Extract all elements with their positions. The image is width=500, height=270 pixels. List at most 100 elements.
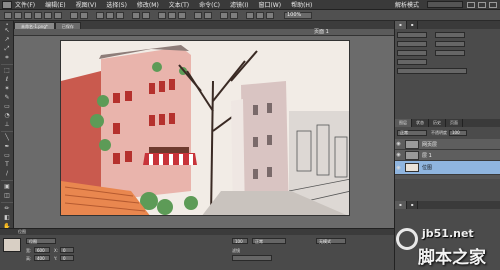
text-tool-icon[interactable]: T [2, 161, 12, 169]
menu-select[interactable]: 选择(S) [106, 0, 127, 9]
brush-tool-icon[interactable]: ✎ [2, 94, 12, 102]
menu-text[interactable]: 文本(T) [169, 0, 189, 9]
save-icon[interactable] [24, 12, 32, 19]
matte-select[interactable] [435, 31, 465, 38]
align-icon[interactable] [158, 12, 166, 19]
arrange-front-icon[interactable] [220, 12, 228, 19]
close-icon[interactable] [489, 1, 497, 8]
import-icon[interactable] [34, 12, 42, 19]
hotspot-tool-icon[interactable]: ▣ [2, 183, 12, 191]
watermark-url: jb51.net [422, 227, 474, 240]
tab-align[interactable]: ▪ [407, 21, 419, 29]
view-icon[interactable] [246, 12, 254, 19]
layers-panel-tabs: 图层 状态 历史 页面 [395, 119, 500, 127]
menu-help[interactable]: 帮助(H) [291, 0, 312, 9]
dither-select[interactable] [435, 49, 465, 56]
tab-optimize[interactable]: ▪ [395, 21, 407, 29]
flip-horizontal-icon[interactable] [194, 12, 202, 19]
menu-modify[interactable]: 修改(M) [137, 0, 159, 9]
tab-saved[interactable]: 已保存 [54, 22, 81, 29]
slice-tool-icon[interactable]: ◫ [2, 192, 12, 200]
magic-wand-icon[interactable]: ✶ [2, 85, 12, 93]
export-icon[interactable] [44, 12, 52, 19]
menu-edit[interactable]: 编辑(E) [45, 0, 65, 9]
rubber-stamp-icon[interactable]: ⊥ [2, 121, 12, 129]
opacity-label: 不透明度 [431, 129, 447, 135]
rectangle-tool-icon[interactable]: ▭ [2, 152, 12, 160]
blend-mode-select[interactable]: 正常 [397, 129, 427, 136]
workspace-mode[interactable]: 解析模式 [395, 0, 419, 9]
subselect-tool-icon[interactable]: ↗ [2, 36, 12, 44]
eraser-tool-icon[interactable]: ▭ [2, 103, 12, 111]
layer-row[interactable]: ◉ 层 1 [395, 150, 500, 161]
stroke-color-icon[interactable]: ✏ [2, 205, 12, 213]
group-icon[interactable] [132, 12, 140, 19]
color-table[interactable] [397, 67, 467, 74]
tab-pages[interactable]: 页面 [446, 119, 463, 127]
loss-select[interactable] [397, 49, 427, 56]
layer-row-selected[interactable]: ◉ 位图 [395, 161, 500, 175]
tab-history[interactable]: 历史 [429, 119, 446, 127]
eye-icon[interactable]: ◉ [395, 141, 402, 147]
effect-select[interactable]: 无模式 [316, 238, 346, 244]
marquee-tool-icon[interactable]: ⬚ [2, 67, 12, 75]
menu-commands[interactable]: 命令(C) [199, 0, 220, 9]
zoom-select[interactable]: 100% [284, 12, 312, 19]
menu-window[interactable]: 窗口(W) [258, 0, 281, 9]
open-icon[interactable] [14, 12, 22, 19]
width-input[interactable]: 600 [34, 247, 50, 253]
ungroup-icon[interactable] [142, 12, 150, 19]
tab-states[interactable]: 状态 [412, 119, 429, 127]
height-input[interactable]: 400 [34, 255, 50, 261]
crop-tool-icon[interactable]: ⌗ [2, 54, 12, 62]
rotate-right-icon[interactable] [178, 12, 186, 19]
eye-icon[interactable]: ◉ [395, 165, 402, 171]
x-input[interactable]: 0 [60, 247, 74, 253]
layer-row[interactable]: ◉ 网页层 [395, 139, 500, 150]
redo-icon[interactable] [80, 12, 88, 19]
new-icon[interactable] [4, 12, 12, 19]
format-select[interactable] [397, 31, 427, 38]
arrange-back-icon[interactable] [230, 12, 238, 19]
palette-select[interactable] [397, 40, 427, 47]
tab-layers[interactable]: 图层 [395, 119, 412, 127]
bitmap-icon [3, 238, 21, 252]
search-input[interactable] [427, 1, 463, 8]
zoom-icon[interactable] [266, 12, 274, 19]
pen-tool-icon[interactable]: ✒ [2, 143, 12, 151]
eye-icon[interactable]: ◉ [395, 152, 402, 158]
menu-view[interactable]: 视图(V) [76, 0, 97, 9]
hand-icon[interactable] [256, 12, 264, 19]
line-tool-icon[interactable]: ╲ [2, 134, 12, 142]
paste-icon[interactable] [116, 12, 124, 19]
opacity-input[interactable]: 100 [232, 238, 248, 244]
object-name-input[interactable]: 位图 [26, 238, 56, 244]
canvas-artwork[interactable] [60, 40, 350, 216]
blend-mode-select[interactable]: 正常 [252, 238, 286, 244]
y-input[interactable]: 0 [60, 255, 74, 261]
print-icon[interactable] [54, 12, 62, 19]
minimize-icon[interactable] [467, 1, 475, 8]
pointer-tool-icon[interactable]: ↖ [2, 27, 12, 35]
transparency-select[interactable] [397, 58, 427, 65]
maximize-icon[interactable] [478, 1, 486, 8]
opacity-input[interactable]: 100 [449, 129, 467, 136]
lasso-tool-icon[interactable]: ℓ [2, 76, 12, 84]
rotate-left-icon[interactable] [168, 12, 176, 19]
flip-vertical-icon[interactable] [204, 12, 212, 19]
undo-icon[interactable] [70, 12, 78, 19]
tab-styles[interactable]: ▪ [395, 201, 407, 209]
tab-library[interactable]: ▪ [407, 201, 419, 209]
filters-list[interactable] [232, 255, 272, 261]
page-status[interactable]: 页面 1 [314, 29, 329, 36]
knife-tool-icon[interactable]: ∕ [2, 170, 12, 178]
menu-filters[interactable]: 滤镜(I) [230, 0, 248, 9]
scale-tool-icon[interactable]: ⤢ [2, 45, 12, 53]
blur-tool-icon[interactable]: ◔ [2, 112, 12, 120]
menu-file[interactable]: 文件(F) [15, 0, 35, 9]
copy-icon[interactable] [106, 12, 114, 19]
tab-document[interactable]: 未命名-1.png* [14, 22, 55, 29]
colors-select[interactable] [435, 40, 465, 47]
fill-color-icon[interactable]: ◧ [2, 214, 12, 222]
cut-icon[interactable] [96, 12, 104, 19]
